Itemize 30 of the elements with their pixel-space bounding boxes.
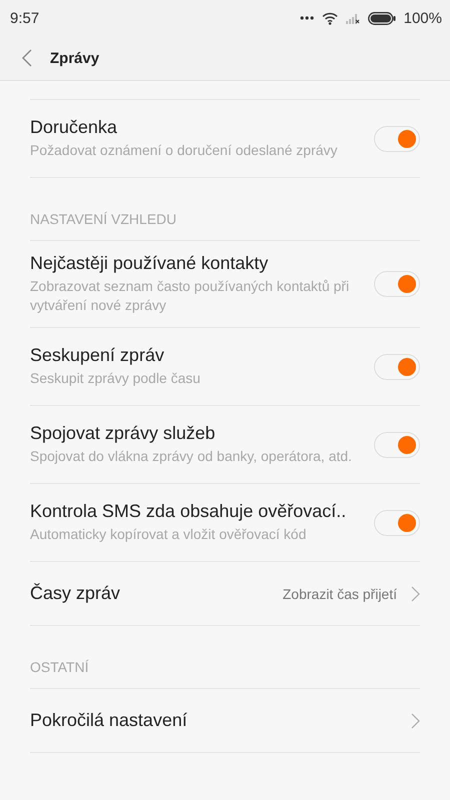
battery-percent: 100% xyxy=(404,10,442,26)
status-time: 9:57 xyxy=(10,10,40,26)
toggle-switch[interactable] xyxy=(374,271,420,297)
setting-title: Nejčastěji používané kontakty xyxy=(30,253,270,274)
toggle-switch[interactable] xyxy=(374,354,420,380)
screen-title: Zprávy xyxy=(50,50,100,66)
section-header: OSTATNÍ xyxy=(30,626,420,689)
back-button[interactable] xyxy=(20,48,34,68)
setting-title[interactable]: Časy zpráv xyxy=(30,583,283,604)
signal-icon xyxy=(346,12,360,24)
setting-title: Seskupení zpráv xyxy=(30,345,166,366)
wifi-icon xyxy=(322,12,338,24)
more-dots-icon xyxy=(300,16,314,20)
setting-description: Požadovat oznámení o doručení odeslané zprávy xyxy=(30,141,338,160)
section-header: NASTAVENÍ VZHLEDU xyxy=(30,178,420,241)
chevron-right-icon xyxy=(411,712,420,728)
toggle-switch[interactable] xyxy=(374,432,420,458)
setting-title: Doručenka xyxy=(30,117,118,138)
setting-title: Kontrola SMS zda obsahuje ověřovací.. xyxy=(30,501,348,522)
chevron-right-icon xyxy=(411,586,420,602)
setting-description: Automaticky kopírovat a vložit ověřovací kód xyxy=(30,525,308,544)
setting-value: Zobrazit čas přijetí xyxy=(282,586,397,602)
toggle-switch[interactable] xyxy=(374,126,420,152)
setting-title: Spojovat zprávy služeb xyxy=(30,423,216,444)
setting-description: Spojovat do vlákna zprávy od banky, operátora, atd. xyxy=(30,447,353,466)
setting-description: Zobrazovat seznam často používaných kontaktů při vytváření nové zprávy xyxy=(30,277,350,315)
setting-title[interactable]: Pokročilá nastavení xyxy=(30,710,411,731)
battery-icon xyxy=(368,12,396,24)
toggle-switch[interactable] xyxy=(374,510,420,536)
setting-description: Seskupit zprávy podle času xyxy=(30,369,202,388)
